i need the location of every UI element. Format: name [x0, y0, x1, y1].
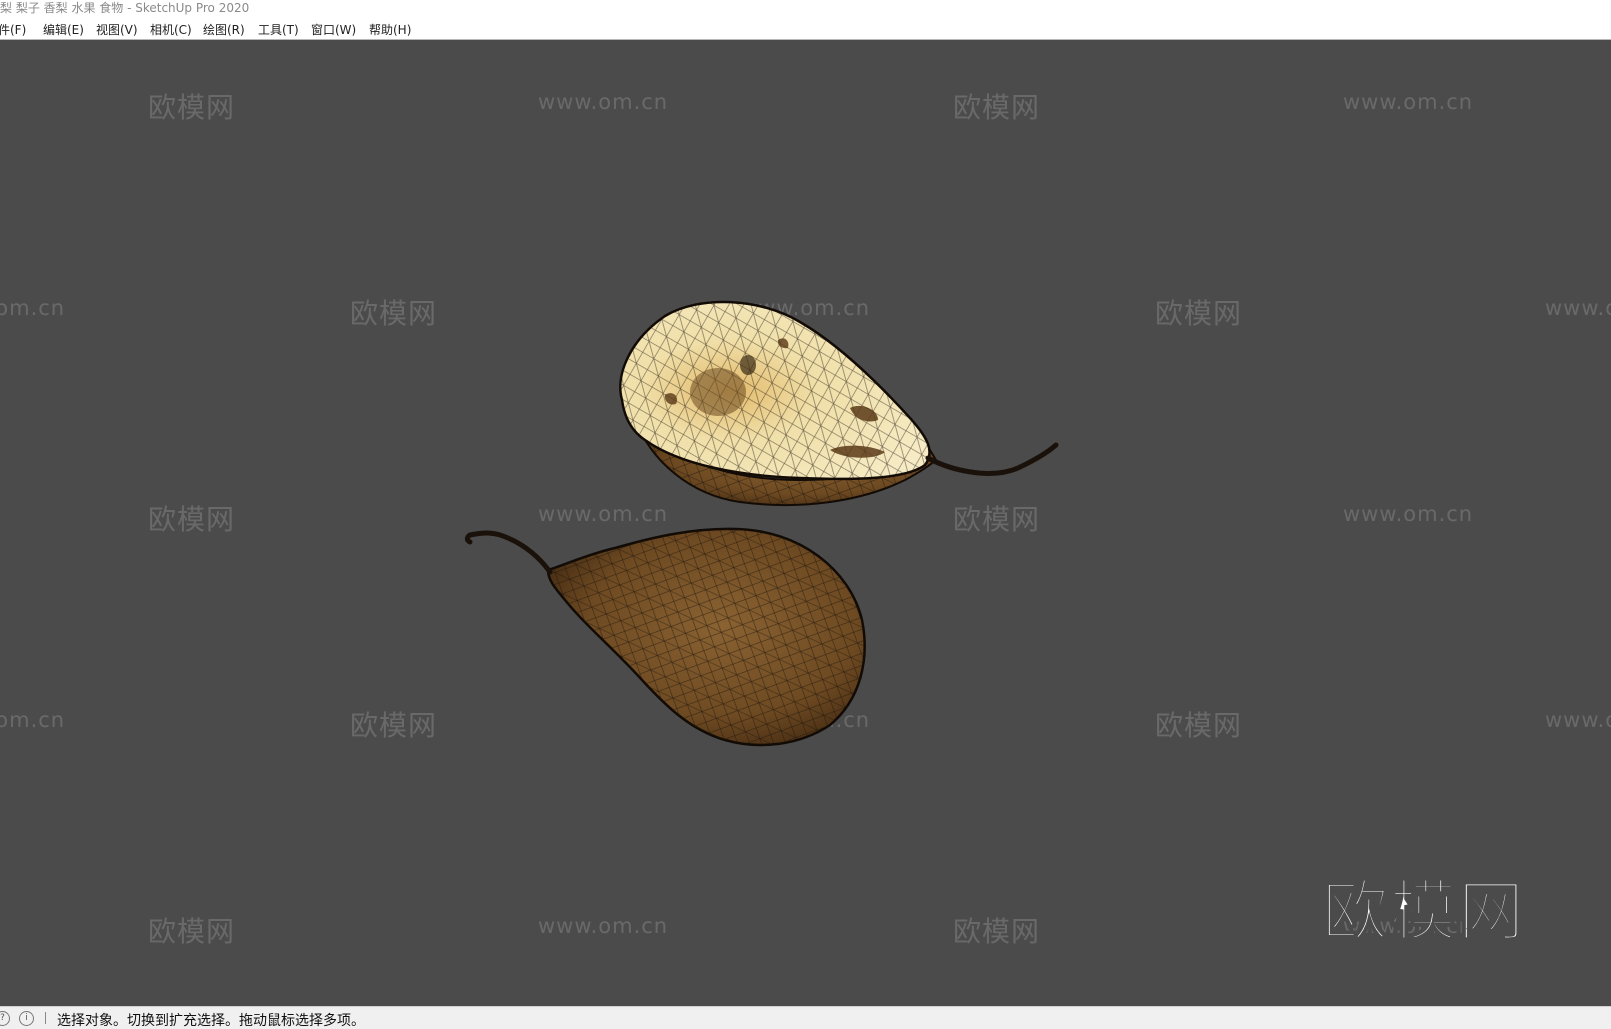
pear-half-cut[interactable] [619, 300, 1059, 506]
title-bar: 梨 梨子 香梨 水果 食物 - SketchUp Pro 2020 [0, 0, 1611, 18]
info-icon[interactable]: i [19, 1011, 34, 1026]
drawing-viewport[interactable]: 欧模网 www.om.cn 欧模网 www.om.cn www.om.cn 欧模… [0, 40, 1611, 1006]
menu-draw[interactable]: 绘图(R) [203, 21, 245, 38]
menu-edit[interactable]: 编辑(E) [43, 21, 84, 38]
status-bar: ? i 选择对象。切换到扩充选择。拖动鼠标选择多项。 [0, 1006, 1611, 1029]
sketchup-window: 梨 梨子 香梨 水果 食物 - SketchUp Pro 2020 文件(F) … [0, 0, 1611, 1029]
menu-camera[interactable]: 相机(C) [150, 21, 192, 38]
status-separator [45, 1012, 46, 1024]
brand-logo: 欧模网 [1321, 872, 1526, 951]
window-title: 梨 梨子 香梨 水果 食物 - SketchUp Pro 2020 [0, 1, 250, 15]
status-message: 选择对象。切换到扩充选择。拖动鼠标选择多项。 [57, 1013, 365, 1029]
question-icon[interactable]: ? [0, 1011, 10, 1026]
menu-help[interactable]: 帮助(H) [369, 21, 411, 38]
menu-window[interactable]: 窗口(W) [311, 21, 356, 38]
menu-tools[interactable]: 工具(T) [258, 21, 299, 38]
menu-view[interactable]: 视图(V) [96, 21, 138, 38]
menu-bar: 文件(F) 编辑(E) 视图(V) 相机(C) 绘图(R) 工具(T) 窗口(W… [0, 18, 1611, 40]
pear-whole[interactable] [464, 527, 866, 747]
menu-file[interactable]: 文件(F) [0, 21, 26, 38]
